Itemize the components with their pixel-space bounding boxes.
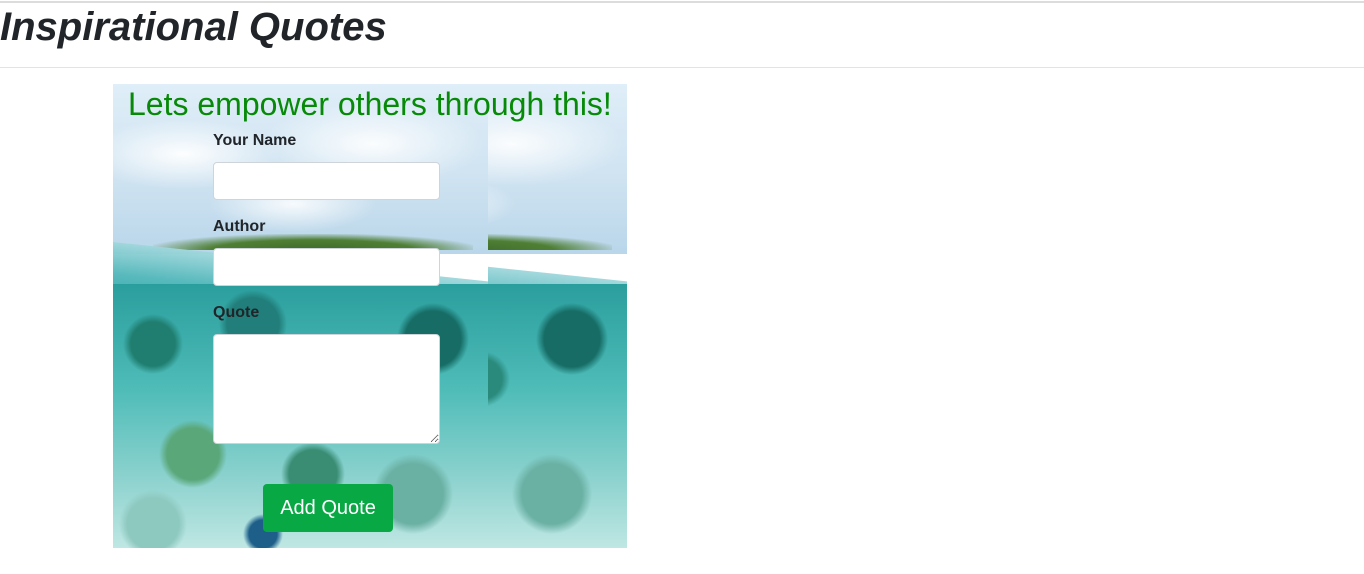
add-quote-button[interactable]: Add Quote	[263, 484, 393, 532]
form-headline: Lets empower others through this!	[128, 86, 612, 122]
top-border	[0, 1, 1364, 3]
header-divider	[0, 67, 1364, 68]
author-label: Author	[213, 218, 266, 235]
page-title: Inspirational Quotes	[0, 5, 387, 49]
name-input[interactable]	[213, 162, 440, 200]
background-image-tile	[488, 84, 627, 548]
author-input[interactable]	[213, 248, 440, 286]
quote-label: Quote	[213, 304, 260, 321]
ocean-reef-photo	[113, 84, 627, 548]
background-image-main	[113, 84, 488, 548]
quote-textarea[interactable]	[213, 334, 440, 444]
name-label: Your Name	[213, 132, 297, 149]
